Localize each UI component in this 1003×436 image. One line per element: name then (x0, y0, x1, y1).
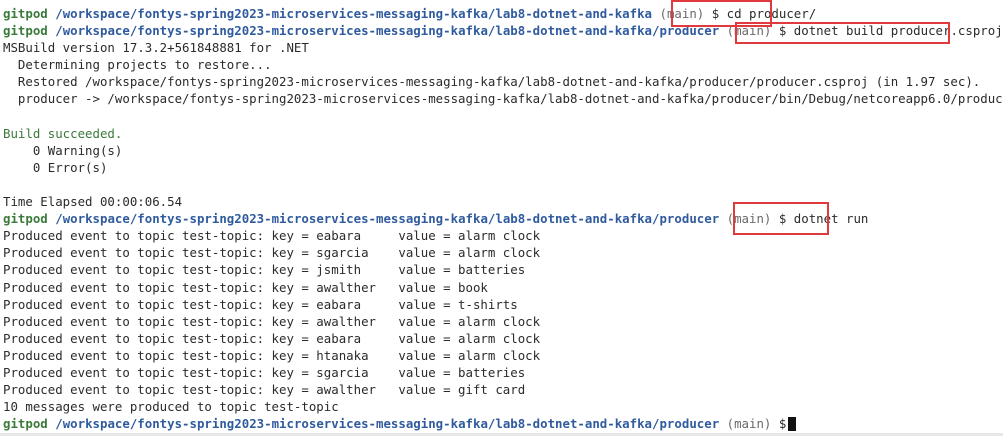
event-line: Produced event to topic test-topic: key … (3, 245, 541, 261)
prompt-user: gitpod (3, 6, 48, 21)
event-line: Produced event to topic test-topic: key … (3, 228, 541, 244)
event-line: Produced event to topic test-topic: key … (3, 347, 541, 363)
event-line: Produced event to topic test-topic: key … (3, 330, 541, 346)
errors-line: 0 Error(s) (3, 159, 108, 175)
summary-line: 10 messages were produced to topic test-… (3, 399, 339, 415)
prompt-path: /workspace/fontys-spring2023-microservic… (55, 6, 653, 21)
prompt-line-run: gitpod /workspace/fontys-spring2023-micr… (3, 210, 1003, 227)
output-line: Restored /workspace/fontys-spring2023-mi… (3, 74, 981, 90)
prompt-path: /workspace/fontys-spring2023-microservic… (55, 416, 720, 432)
prompt-user: gitpod (3, 416, 48, 432)
highlight-box-run (733, 202, 829, 235)
terminal-output[interactable]: gitpod /workspace/fontys-spring2023-micr… (3, 5, 1003, 432)
time-elapsed-line: Time Elapsed 00:00:06.54 (3, 194, 183, 210)
event-line: Produced event to topic test-topic: key … (3, 262, 526, 278)
prompt-line-cd: gitpod /workspace/fontys-spring2023-micr… (3, 5, 1003, 22)
highlight-box-build (735, 22, 950, 44)
event-line: Produced event to topic test-topic: key … (3, 313, 541, 329)
prompt-branch: (main) (726, 416, 772, 432)
terminal-cursor[interactable] (788, 417, 797, 432)
output-line: producer -> /workspace/fontys-spring2023… (3, 91, 1003, 107)
prompt-user: gitpod (3, 23, 48, 39)
output-line: Determining projects to restore... (3, 57, 272, 73)
event-line: Produced event to topic test-topic: key … (3, 296, 518, 312)
build-succeeded-line: Build succeeded. (3, 125, 123, 141)
prompt-path: /workspace/fontys-spring2023-microservic… (55, 211, 720, 227)
event-line: Produced event to topic test-topic: key … (3, 279, 488, 295)
event-line: Produced event to topic test-topic: key … (3, 382, 526, 398)
warnings-line: 0 Warning(s) (3, 142, 123, 158)
prompt-path: /workspace/fontys-spring2023-microservic… (55, 23, 720, 39)
prompt-user: gitpod (3, 211, 48, 227)
prompt-symbol: $ (778, 416, 787, 432)
prompt-line-final: gitpod /workspace/fontys-spring2023-micr… (3, 415, 1003, 432)
event-line: Produced event to topic test-topic: key … (3, 364, 526, 380)
